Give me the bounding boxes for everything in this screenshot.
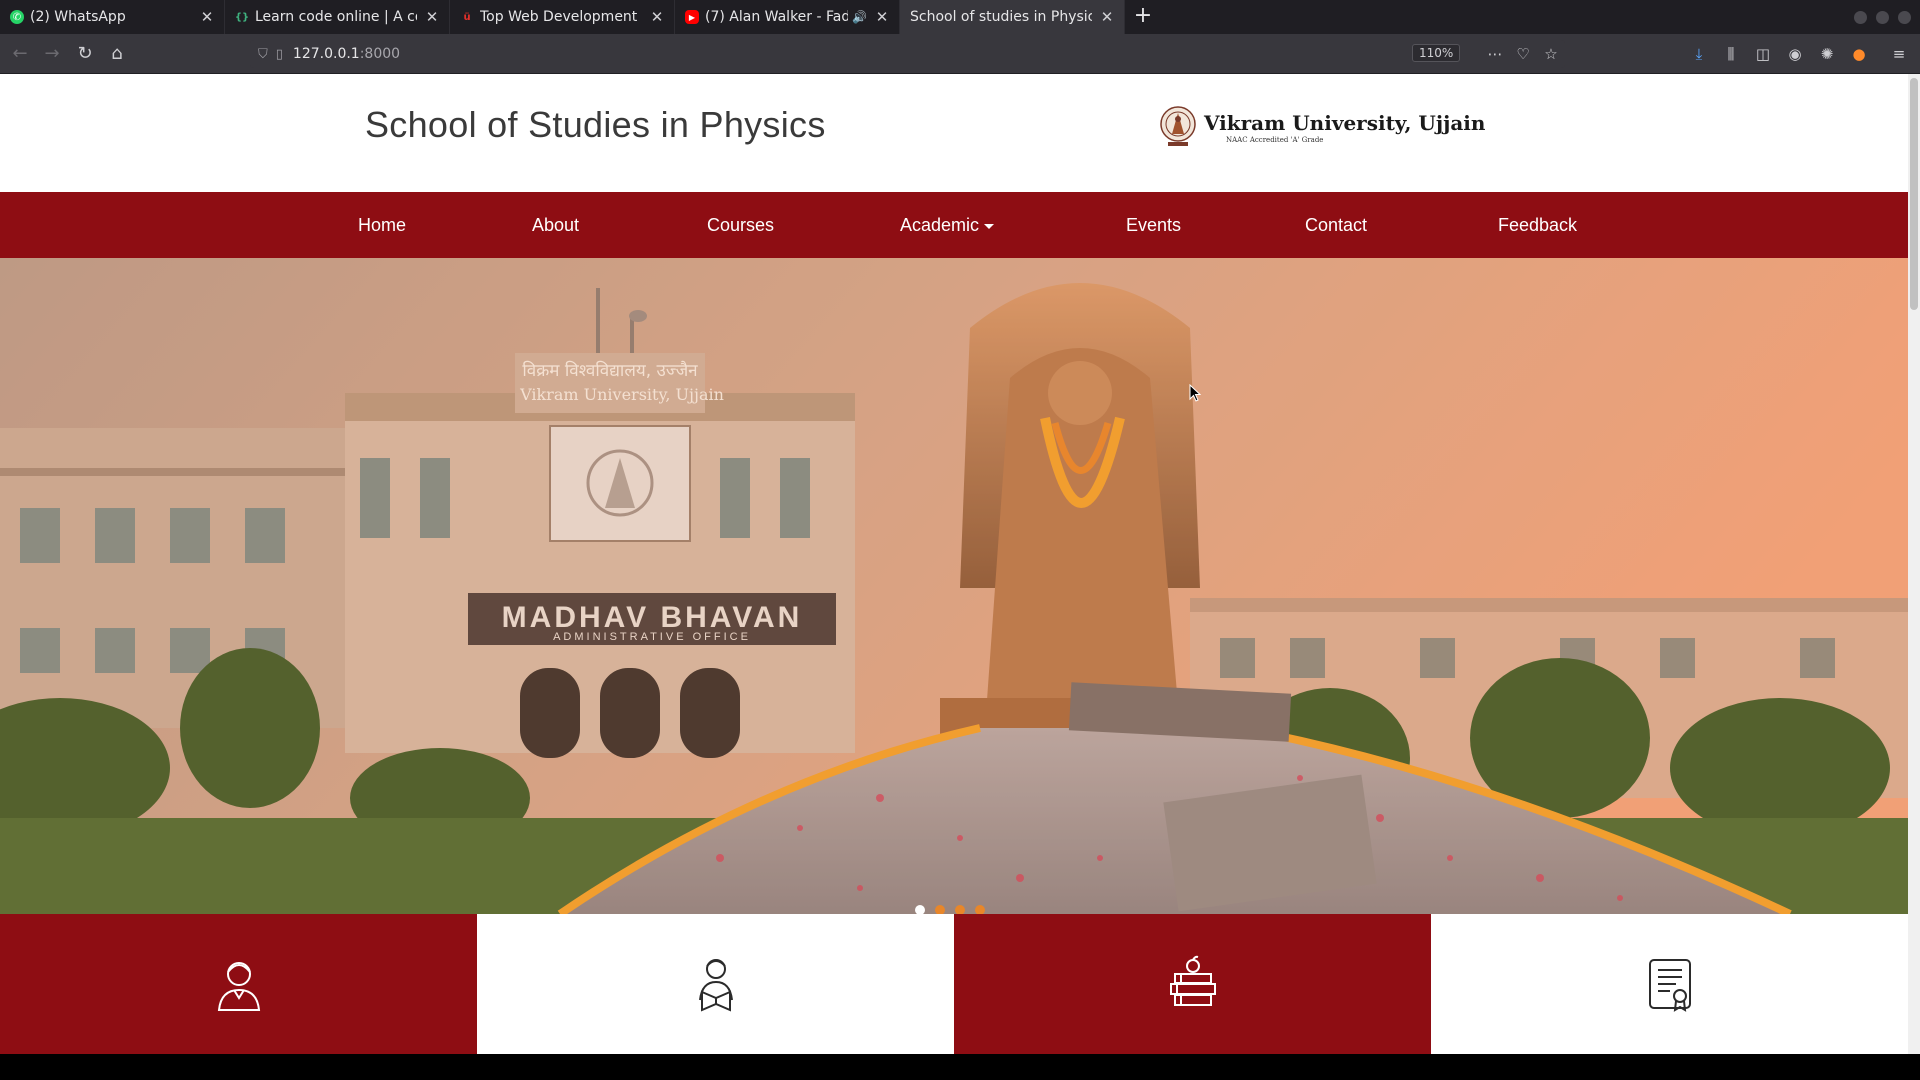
menu-icon[interactable]: ≡ [1887,42,1911,66]
url-text: 127.0.0.1:8000 [292,46,401,62]
student-female-icon [217,962,260,1011]
web-page: School of Studies in Physics Vikram Univ… [0,74,1908,1054]
tab-title: (2) WhatsApp [30,9,126,25]
nav-about[interactable]: About [532,192,579,258]
udemy-icon: ü [460,10,474,24]
close-icon[interactable]: ✕ [873,8,891,26]
nav-academic-label: Academic [900,215,980,235]
tab-learn-code[interactable]: {} Learn code online | A con ✕ [225,0,450,34]
library-icon[interactable]: ⫼ [1719,42,1743,66]
tab-whatsapp[interactable]: ✆ (2) WhatsApp ✕ [0,0,225,34]
forward-icon[interactable]: → [40,42,64,66]
reload-icon[interactable]: ↻ [73,42,97,66]
tab-web-development[interactable]: ü Top Web Development B ✕ [450,0,675,34]
sidebar-icon[interactable]: ◫ [1751,42,1775,66]
browser-toolbar: ← → ↻ ⌂ ⛉ ▯ 127.0.0.1:8000 110% ⋯ ♡ ☆ ⤓ … [0,34,1920,74]
carousel-dot-1[interactable] [915,905,925,914]
minimize-button[interactable] [1854,11,1867,24]
download-icon[interactable]: ⤓ [1687,42,1711,66]
nav-academic[interactable]: Academic [900,192,995,258]
nav-home[interactable]: Home [358,192,406,258]
site-header: School of Studies in Physics Vikram Univ… [0,74,1908,192]
firefox-icon[interactable]: ● [1847,42,1871,66]
pocket-icon[interactable]: ♡ [1511,42,1535,66]
hero-slide-image: विक्रम विश्वविद्यालय, उज्जैन Vikram Univ… [0,258,1908,914]
university-tagline: NAAC Accredited 'A' Grade [1226,135,1324,144]
back-icon[interactable]: ← [8,42,32,66]
caret-down-icon [984,223,995,229]
more-actions-icon[interactable]: ⋯ [1483,42,1507,66]
screen-bottom-edge [0,1054,1920,1080]
tile-faculty[interactable] [477,914,954,1054]
tab-physics[interactable]: School of studies in Physics ✕ [900,0,1125,34]
tile-library[interactable] [954,914,1431,1054]
close-icon[interactable]: ✕ [198,8,216,26]
certificate-icon [1648,959,1691,1012]
tab-title: (7) Alan Walker - Fade [705,9,849,25]
new-tab-button[interactable]: + [1130,4,1156,30]
university-name: Vikram University, Ujjain [1204,110,1486,135]
window-close-button[interactable] [1898,11,1911,24]
page-info-icon[interactable]: ▯ [276,47,283,62]
tab-youtube[interactable]: ▶ (7) Alan Walker - Fade 🔊 ✕ [675,0,900,34]
books-apple-icon [1169,955,1216,1006]
teacher-reading-icon [698,959,733,1012]
account-icon[interactable]: ◉ [1783,42,1807,66]
youtube-icon: ▶ [685,10,699,24]
tile-students[interactable] [0,914,477,1054]
tab-title: Learn code online | A con [255,9,417,25]
whatsapp-icon: ✆ [10,10,24,24]
close-icon[interactable]: ✕ [1098,8,1116,26]
carousel-dot-3[interactable] [955,905,965,914]
carousel-indicators [915,905,985,914]
nav-contact[interactable]: Contact [1305,192,1367,258]
zoom-indicator[interactable]: 110% [1412,44,1461,62]
close-icon[interactable]: ✕ [648,8,666,26]
mouse-pointer-icon [1189,384,1201,402]
main-navigation: Home About Courses Academic Events Conta… [0,192,1908,258]
tile-certificates[interactable] [1431,914,1908,1054]
address-bar[interactable]: ⛉ ▯ 127.0.0.1:8000 [250,40,1565,68]
carousel-dot-4[interactable] [975,905,985,914]
maximize-button[interactable] [1876,11,1889,24]
scrollbar-thumb[interactable] [1910,78,1918,310]
speaker-icon[interactable]: 🔊 [852,10,867,24]
bookmark-star-icon[interactable]: ☆ [1539,42,1563,66]
nav-events[interactable]: Events [1126,192,1181,258]
feature-tiles [0,914,1908,1054]
home-icon[interactable]: ⌂ [105,42,129,66]
hero-carousel[interactable]: विक्रम विश्वविद्यालय, उज्जैन Vikram Univ… [0,258,1908,914]
nav-courses[interactable]: Courses [707,192,774,258]
nav-feedback[interactable]: Feedback [1498,192,1577,258]
page-title: School of Studies in Physics [365,104,826,145]
extension-icon[interactable]: ✺ [1815,42,1839,66]
tab-title: School of studies in Physics [910,9,1092,25]
carousel-dot-2[interactable] [935,905,945,914]
code-icon: {} [234,10,250,24]
browser-tab-bar: ✆ (2) WhatsApp ✕ {} Learn code online | … [0,0,1920,34]
tab-title: Top Web Development B [480,9,642,25]
university-logo[interactable]: Vikram University, Ujjain NAAC Accredite… [1158,104,1485,150]
close-icon[interactable]: ✕ [423,8,441,26]
shield-icon[interactable]: ⛉ [258,47,268,62]
university-emblem-icon [1160,106,1196,146]
